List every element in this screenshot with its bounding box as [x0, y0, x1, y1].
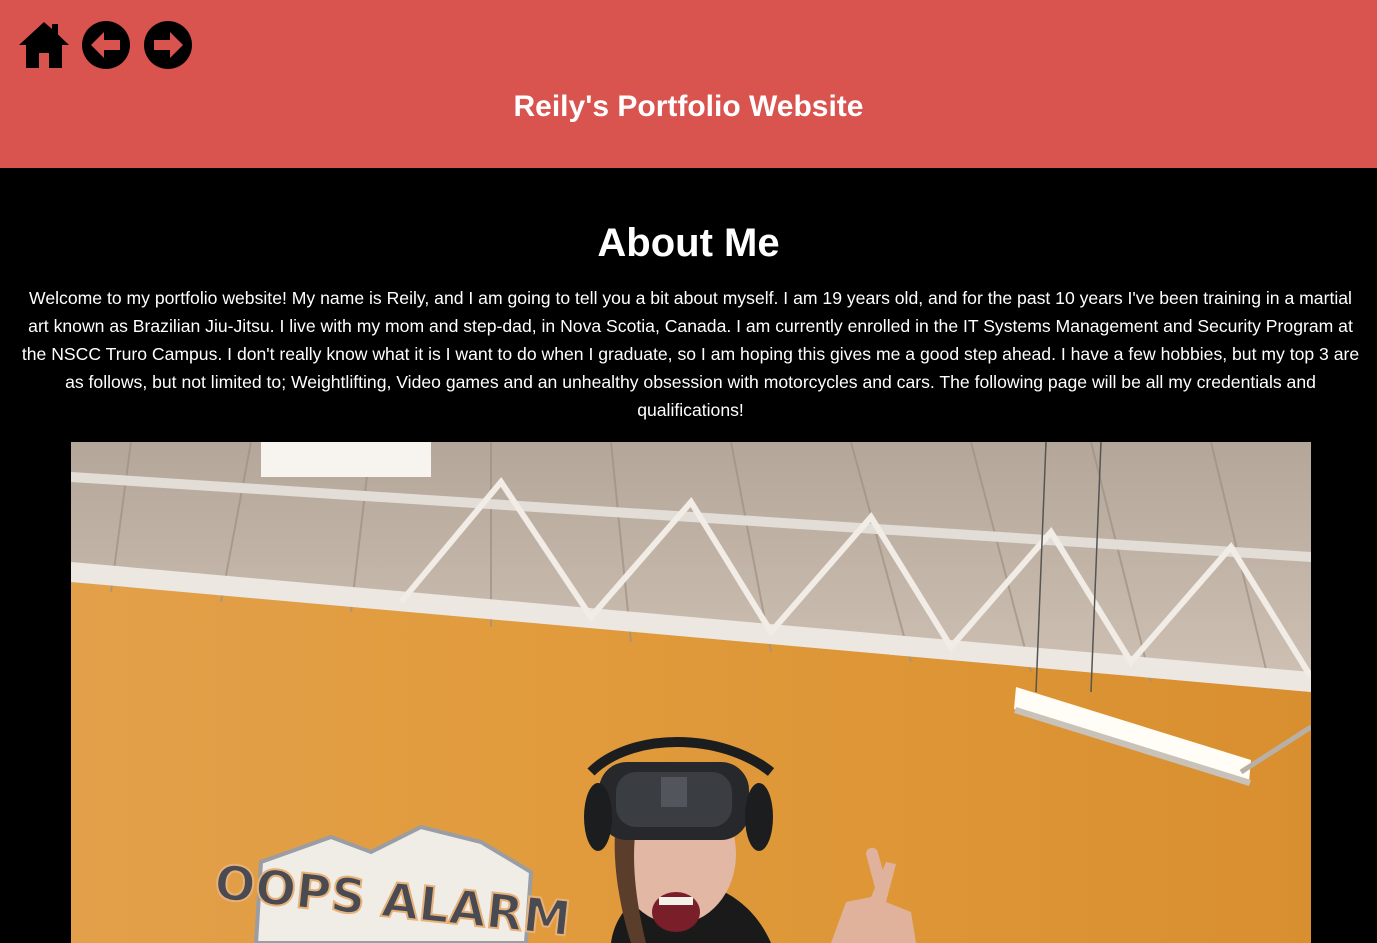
- site-title: Reily's Portfolio Website: [513, 90, 864, 123]
- nav-icon-bar: [18, 19, 194, 71]
- arrow-left-circle-icon[interactable]: [80, 19, 132, 71]
- about-heading: About Me: [597, 221, 780, 265]
- about-paragraph: Welcome to my portfolio website! My name…: [21, 288, 1360, 420]
- site-header: Reily's Portfolio Website: [0, 0, 1377, 168]
- home-icon[interactable]: [18, 19, 70, 71]
- arrow-right-circle-icon[interactable]: [142, 19, 194, 71]
- about-section: About Me Welcome to my portfolio website…: [0, 168, 1377, 943]
- profile-photo: OOPS ALARM: [71, 442, 1311, 943]
- photo-illustration: OOPS ALARM: [71, 442, 1311, 943]
